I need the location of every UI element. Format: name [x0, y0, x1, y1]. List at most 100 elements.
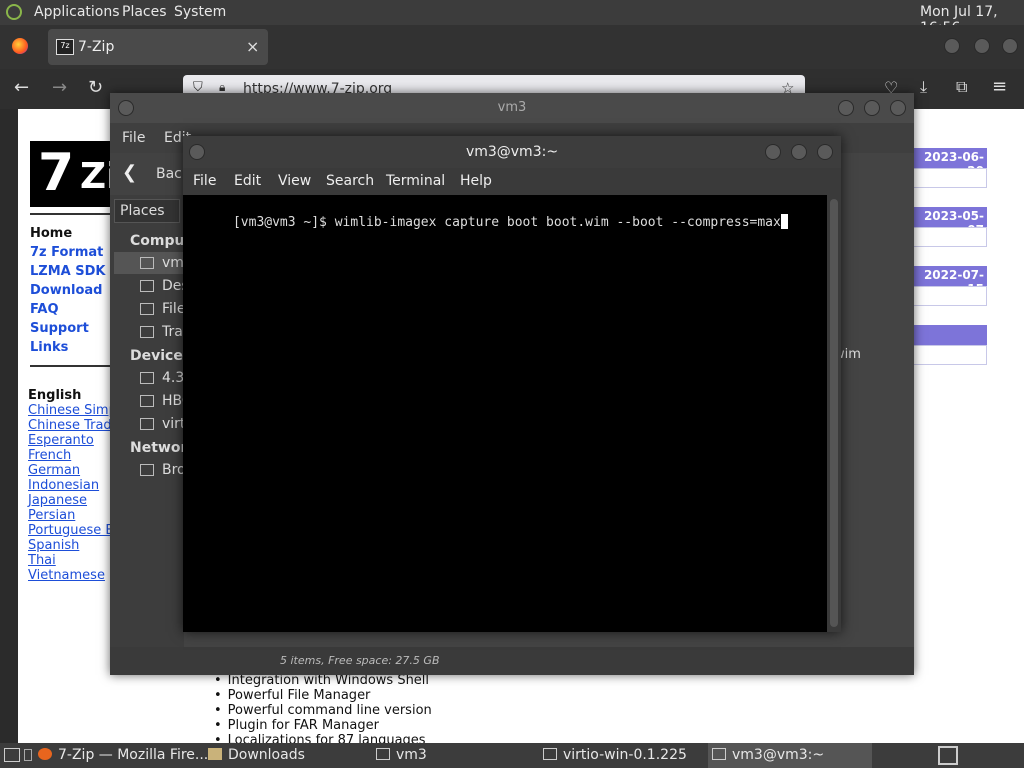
applications-menu[interactable]: Applications: [34, 4, 120, 20]
section-network: Network: [130, 440, 184, 456]
sidebar-item-virtio[interactable]: virtio-win: [162, 416, 184, 432]
extensions-icon[interactable]: ⧉: [956, 77, 967, 97]
lang-link[interactable]: Portuguese Br: [28, 523, 120, 538]
term-menu-view[interactable]: View: [278, 173, 311, 189]
feature-item: Plugin for FAR Manager: [214, 718, 379, 733]
sidebar-item-filesystem[interactable]: File System: [162, 301, 184, 317]
maximize-icon[interactable]: [791, 144, 807, 160]
lang-link[interactable]: Esperanto: [28, 433, 94, 448]
nav-support[interactable]: Support: [30, 321, 89, 336]
lang-link[interactable]: Spanish: [28, 538, 79, 553]
maximize-icon[interactable]: [864, 100, 880, 116]
forward-arrow-icon[interactable]: →: [52, 77, 67, 98]
nav-download[interactable]: Download: [30, 283, 102, 298]
places-selector[interactable]: Places: [114, 199, 180, 223]
terminal-window: vm3@vm3:~ File Edit View Search Terminal…: [183, 136, 841, 632]
news-date-bar: [913, 325, 987, 345]
terminal-cursor: [780, 214, 788, 229]
system-menu[interactable]: System: [174, 4, 226, 20]
sidebar-item-vm3[interactable]: vm3: [162, 255, 184, 271]
close-icon[interactable]: [890, 100, 906, 116]
feature-item: Integration with Windows Shell: [214, 673, 429, 688]
window-menu-icon[interactable]: [118, 100, 134, 116]
7zip-logo[interactable]: 7 Zi: [30, 141, 118, 207]
feature-item: Powerful File Manager: [214, 688, 371, 703]
lang-link[interactable]: Chinese Simpl: [28, 403, 120, 418]
task-terminal[interactable]: vm3@vm3:~: [708, 743, 872, 768]
close-icon[interactable]: [817, 144, 833, 160]
menu-icon[interactable]: ≡: [992, 76, 1007, 97]
scrollbar-thumb[interactable]: [830, 199, 838, 627]
show-desktop-icon[interactable]: [4, 748, 20, 762]
optical-drive-icon: [140, 418, 154, 430]
divider: [30, 365, 110, 367]
news-date: 2022-07-15: [913, 266, 987, 296]
lang-link[interactable]: Vietnamese: [28, 568, 105, 583]
term-menu-terminal[interactable]: Terminal: [386, 173, 445, 189]
trash-icon: [140, 326, 154, 338]
workspace-switcher[interactable]: [938, 746, 958, 765]
lang-link[interactable]: Indonesian: [28, 478, 99, 493]
task-firefox[interactable]: 7-Zip — Mozilla Fire...: [38, 743, 208, 768]
sidebar-item-hboot[interactable]: HBOOT: [162, 393, 184, 409]
terminal-icon: [712, 748, 726, 760]
file-manager-title[interactable]: vm3: [110, 93, 914, 123]
window-menu-icon[interactable]: [189, 144, 205, 160]
terminal-command-line: [vm3@vm3 ~]$ wimlib-imagex capture boot …: [232, 215, 781, 230]
sidebar-item-trash[interactable]: Trash: [162, 324, 184, 340]
downloads-icon[interactable]: ⤓: [920, 77, 927, 97]
drive-icon: [140, 395, 154, 407]
nav-lzma-sdk[interactable]: LZMA SDK: [30, 264, 105, 279]
terminal-output[interactable]: [vm3@vm3 ~]$ wimlib-imagex capture boot …: [183, 195, 827, 632]
tab-title: 7-Zip: [78, 39, 115, 55]
term-menu-help[interactable]: Help: [460, 173, 492, 189]
reload-icon[interactable]: ↻: [88, 77, 103, 98]
lang-link[interactable]: Chinese Trad.: [28, 418, 116, 433]
minimize-icon[interactable]: [765, 144, 781, 160]
desktop-icon: [140, 280, 154, 292]
nav-faq[interactable]: FAQ: [30, 302, 59, 317]
terminal-title[interactable]: vm3@vm3:~: [183, 136, 841, 168]
maximize-icon[interactable]: [974, 38, 990, 54]
close-icon[interactable]: [1002, 38, 1018, 54]
fm-toolbar: ❮ Back: [110, 153, 190, 195]
tab-close-icon[interactable]: ×: [246, 37, 259, 56]
filesystem-icon: [140, 303, 154, 315]
section-devices: Devices: [130, 348, 184, 364]
task-virtio[interactable]: virtio-win-0.1.225: [543, 743, 687, 768]
back-arrow-icon[interactable]: ❮: [122, 162, 137, 183]
news-row: [913, 227, 987, 247]
task-downloads[interactable]: Downloads: [208, 743, 305, 768]
language-heading: English: [28, 388, 82, 403]
lang-link[interactable]: Thai: [28, 553, 56, 568]
fm-menu-file[interactable]: File: [122, 130, 145, 146]
feature-item: Powerful command line version: [214, 703, 432, 718]
terminal-scrollbar[interactable]: [827, 195, 841, 632]
lang-link[interactable]: German: [28, 463, 80, 478]
term-menu-search[interactable]: Search: [326, 173, 374, 189]
terminal-launcher-icon[interactable]: [24, 749, 32, 761]
minimize-icon[interactable]: [838, 100, 854, 116]
places-menu[interactable]: Places: [122, 4, 167, 20]
lang-link[interactable]: Japanese: [28, 493, 87, 508]
lang-link[interactable]: Persian: [28, 508, 75, 523]
nav-home[interactable]: Home: [30, 226, 72, 241]
minimize-icon[interactable]: [944, 38, 960, 54]
drive-icon: [140, 372, 154, 384]
back-arrow-icon[interactable]: ←: [14, 77, 29, 98]
term-menu-edit[interactable]: Edit: [234, 173, 261, 189]
places-sidebar: Places Computer vm3 Desktop File System …: [110, 195, 184, 647]
sidebar-item-desktop[interactable]: Desktop: [162, 278, 184, 294]
lang-link[interactable]: French: [28, 448, 71, 463]
nav-7z-format[interactable]: 7z Format: [30, 245, 103, 260]
sidebar-item-browse-network[interactable]: Browse Network: [162, 462, 184, 478]
sidebar-item-volume[interactable]: 4.3 GB Volume: [162, 370, 184, 386]
drive-icon: [543, 748, 557, 760]
7zip-favicon: 7z: [56, 39, 74, 55]
task-vm3[interactable]: vm3: [376, 743, 427, 768]
firefox-icon[interactable]: [12, 38, 28, 54]
distro-logo-icon[interactable]: [6, 4, 22, 20]
nav-links[interactable]: Links: [30, 340, 68, 355]
browser-tab[interactable]: 7z 7-Zip ×: [48, 29, 268, 65]
term-menu-file[interactable]: File: [193, 173, 216, 189]
